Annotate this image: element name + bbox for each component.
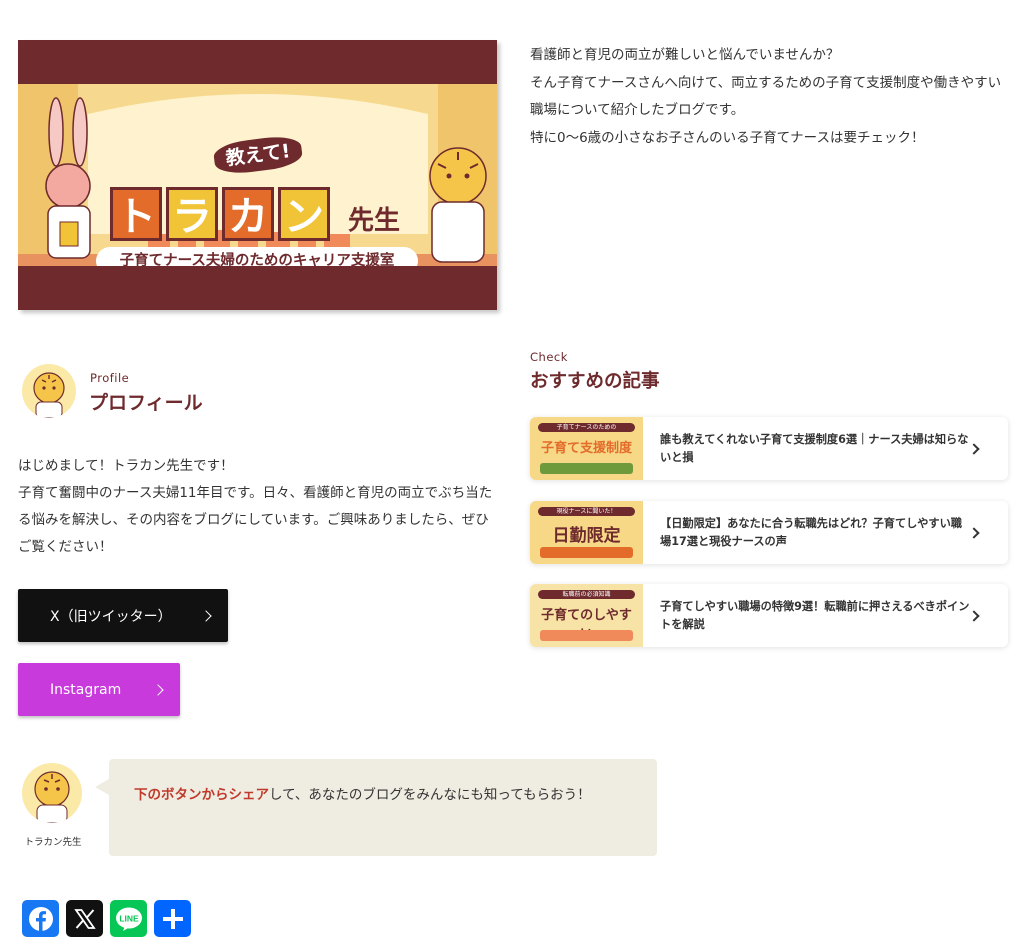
thumbnail-caption: 転職前の必須知識 [562,591,611,598]
banner-title-char: ン [278,187,330,241]
speaker-name: トラカン先生 [24,837,82,848]
banner-title-char: カ [222,187,274,241]
banner-subtitle: 子育てナース夫婦のためのキャリア支援室 [96,247,418,266]
speech-balloon: 下のボタンからシェアして、あなたのブログをみんなにも知ってもらおう！ [95,759,657,856]
x-share-button[interactable] [66,900,103,937]
x-profile-button[interactable]: X（旧ツイッター） [18,589,228,642]
avatar [22,364,76,418]
banner-title: ト ラ カ ン [110,187,330,241]
hero-banner: 教えて! ト ラ カ ン 先生 子育てナース夫婦のためのキャリア支援室 [18,40,497,310]
thumbnail-caption: 子育てナースのための [556,424,617,431]
thumbnail-title: 子育て支援制度 [540,441,632,456]
thumbnail-caption: 現役ナースに聞いた！ [556,508,617,515]
intro-text: 看護師と育児の両立が難しいと悩んでいませんか？ そん子育てナースさんへ向けて、両… [530,42,1010,152]
intro-line: そん子育てナースさんへ向けて、両立するための子育て支援制度や働きやすい職場につい… [530,74,1002,119]
x-icon [73,908,96,929]
article-card[interactable]: 現役ナースに聞いた！ 日勤限定 【日勤限定】あなたに合う転職先はどれ？子育てしや… [530,501,1008,564]
instagram-profile-button-label: Instagram [50,681,122,698]
intro-line: 看護師と育児の両立が難しいと悩んでいませんか？ [530,47,840,63]
article-thumbnail: 現役ナースに聞いた！ 日勤限定 [530,501,643,564]
balloon-text: して、あなたのブログをみんなにも知ってもらおう！ [269,787,591,803]
chevron-right-icon [152,683,164,696]
thumbnail-decoration [540,547,633,558]
speaker-avatar [22,763,82,823]
profile-eyebrow: Profile [90,371,130,385]
banner-title-suffix: 先生 [348,206,401,236]
recommended-eyebrow: Check [530,350,568,364]
thumbnail-decoration [540,630,633,641]
instagram-profile-button[interactable]: Instagram [18,663,180,716]
line-icon: LINE [115,907,142,931]
add-icon [162,908,183,929]
profile-body: 子育て奮闘中のナース夫婦11年目です。日々、看護師と育児の両立でぶち当たる悩みを… [18,485,493,555]
intro-line: 特に0〜6歳の小さなお子さんのいる子育てナースは要チェック！ [530,129,925,146]
more-share-button[interactable] [154,900,191,937]
line-share-button[interactable]: LINE [110,900,147,937]
tiger-avatar-icon [33,372,65,418]
recommended-heading: おすすめの記事 [530,371,660,392]
article-thumbnail: 転職前の必須知識 子育てのしやすい [530,584,643,647]
banner-title-char: ト [110,187,162,241]
article-title: 子育てしやすい職場の特徴9選！転職前に押さえるべきポイントを解説 [660,600,970,631]
tiger-avatar-icon [34,771,70,823]
article-card[interactable]: 子育てナースのための 子育て支援制度 誰も教えてくれない子育て支援制度6選｜ナー… [530,417,1008,480]
line-icon-label: LINE [119,913,139,923]
profile-greeting: はじめまして！トラカン先生です！ [18,458,234,474]
article-card[interactable]: 転職前の必須知識 子育てのしやすい 子育てしやすい職場の特徴9選！転職前に押さえ… [530,584,1008,647]
thumbnail-decoration [540,463,633,474]
article-title: 【日勤限定】あなたに合う転職先はどれ？子育てしやすい職場17選と現役ナースの声 [660,517,962,548]
article-thumbnail: 子育てナースのための 子育て支援制度 [530,417,643,480]
profile-heading: プロフィール [89,392,203,414]
banner-illustration: 教えて! ト ラ カ ン 先生 子育てナース夫婦のためのキャリア支援室 [18,84,497,266]
tiger-character [429,147,487,263]
banner-title-char: ラ [166,187,218,241]
profile-text: はじめまして！トラカン先生です！ 子育て奮闘中のナース夫婦11年目です。日々、看… [18,453,498,561]
thumbnail-title: 日勤限定 [552,526,621,546]
facebook-share-button[interactable] [22,900,59,937]
balloon-highlight: 下のボタンからシェア [134,787,269,803]
article-title: 誰も教えてくれない子育て支援制度6選｜ナース夫婦は知らないと損 [660,433,969,464]
facebook-icon [28,906,53,931]
chevron-right-icon [200,609,212,622]
x-profile-button-label: X（旧ツイッター） [50,608,172,625]
